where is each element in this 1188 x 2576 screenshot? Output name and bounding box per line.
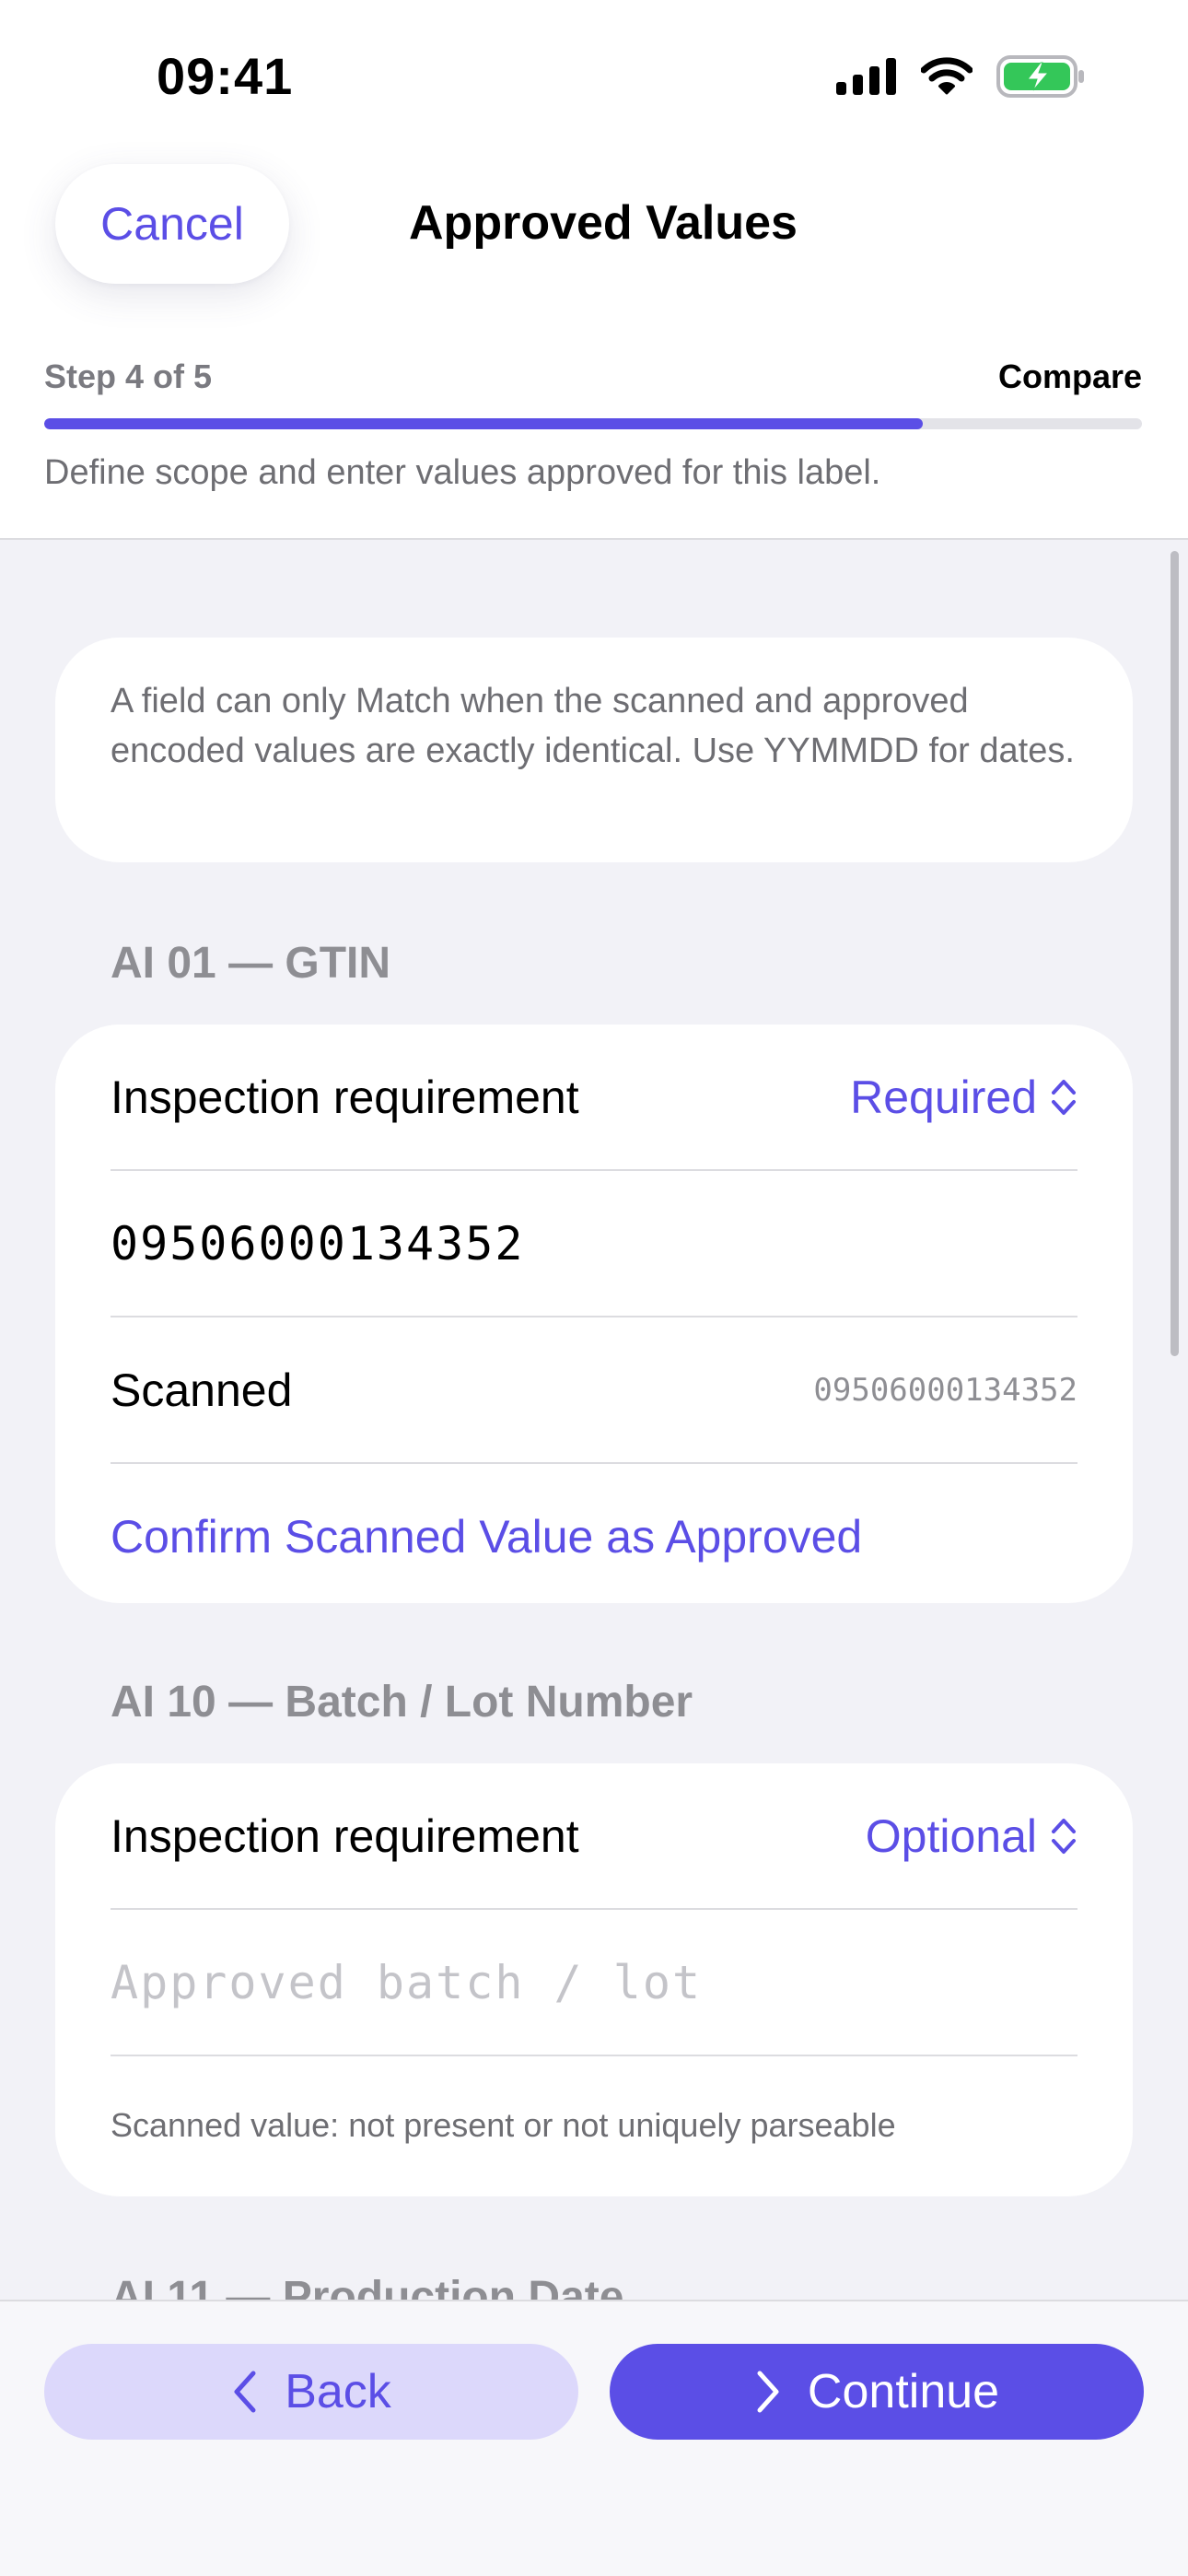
gtin-scanned-row: Scanned 09506000134352: [111, 1317, 1077, 1462]
page-title: Approved Values: [409, 196, 798, 250]
requirement-picker[interactable]: Required: [850, 1071, 1077, 1124]
batch-approved-field[interactable]: Approved batch / lot: [111, 1910, 1077, 2055]
gtin-requirement-row: Inspection requirement Required: [111, 1025, 1077, 1169]
batch-scanned-row: Scanned value: not present or not unique…: [111, 2056, 1077, 2195]
status-time: 09:41: [157, 47, 294, 105]
section-title-production-date: AI 11 — Production Date: [111, 2273, 624, 2300]
requirement-label: Inspection requirement: [111, 1809, 579, 1862]
bottom-action-bar: Back Continue: [0, 2300, 1188, 2576]
back-button-label: Back: [285, 2365, 391, 2418]
scrollbar[interactable]: [1171, 551, 1179, 1356]
wifi-icon: [921, 57, 973, 95]
next-step-label: Compare: [997, 357, 1142, 395]
status-icons: [836, 55, 1085, 98]
battery-charging-icon: [996, 55, 1084, 98]
progress-fill: [44, 418, 923, 429]
confirm-scanned-row: Confirm Scanned Value as Approved: [111, 1464, 1077, 1609]
requirement-label: Inspection requirement: [111, 1071, 579, 1123]
scanned-note: Scanned value: not present or not unique…: [111, 2106, 896, 2144]
gtin-approved-field[interactable]: 09506000134352: [111, 1171, 1077, 1316]
section-title-gtin: AI 01 — GTIN: [111, 939, 391, 988]
chevron-right-icon: [757, 2371, 779, 2413]
confirm-scanned-button[interactable]: Confirm Scanned Value as Approved: [111, 1510, 862, 1563]
requirement-value: Required: [850, 1071, 1037, 1123]
approved-values-screen: A field can only Match when the scanned …: [0, 0, 1188, 2576]
chevron-left-icon: [234, 2371, 256, 2413]
continue-button-label: Continue: [807, 2365, 1000, 2418]
chevron-up-down-icon: [1052, 1079, 1076, 1115]
requirement-picker[interactable]: Optional: [866, 1809, 1077, 1863]
chevron-up-down-icon: [1052, 1818, 1076, 1854]
batch-card: Inspection requirement Optional Approved…: [55, 1763, 1133, 2196]
section-title-batch: AI 10 — Batch / Lot Number: [111, 1678, 693, 1727]
cancel-button[interactable]: Cancel: [55, 164, 289, 284]
scanned-value: 09506000134352: [813, 1371, 1077, 1409]
step-description: Define scope and enter values approved f…: [44, 453, 881, 492]
step-label: Step 4 of 5: [44, 357, 213, 395]
back-button[interactable]: Back: [44, 2344, 578, 2440]
scanned-label: Scanned: [111, 1364, 293, 1416]
header: 09:41 Cancel Approved Values Step 4 of 5…: [0, 0, 1188, 540]
batch-requirement-row: Inspection requirement Optional: [111, 1763, 1077, 1908]
progress-bar: [44, 418, 1142, 429]
status-bar: 09:41: [0, 0, 1188, 157]
requirement-value: Optional: [865, 1809, 1037, 1862]
gtin-card: Inspection requirement Required 09506000…: [55, 1025, 1133, 1603]
batch-approved-input[interactable]: Approved batch / lot: [111, 1956, 702, 2009]
info-card: A field can only Match when the scanned …: [55, 638, 1133, 862]
continue-button[interactable]: Continue: [610, 2344, 1144, 2440]
info-text: A field can only Match when the scanned …: [111, 682, 1075, 770]
scroll-content[interactable]: A field can only Match when the scanned …: [0, 542, 1188, 2300]
gtin-approved-input[interactable]: 09506000134352: [111, 1217, 524, 1270]
cellular-signal-icon: [836, 58, 896, 95]
